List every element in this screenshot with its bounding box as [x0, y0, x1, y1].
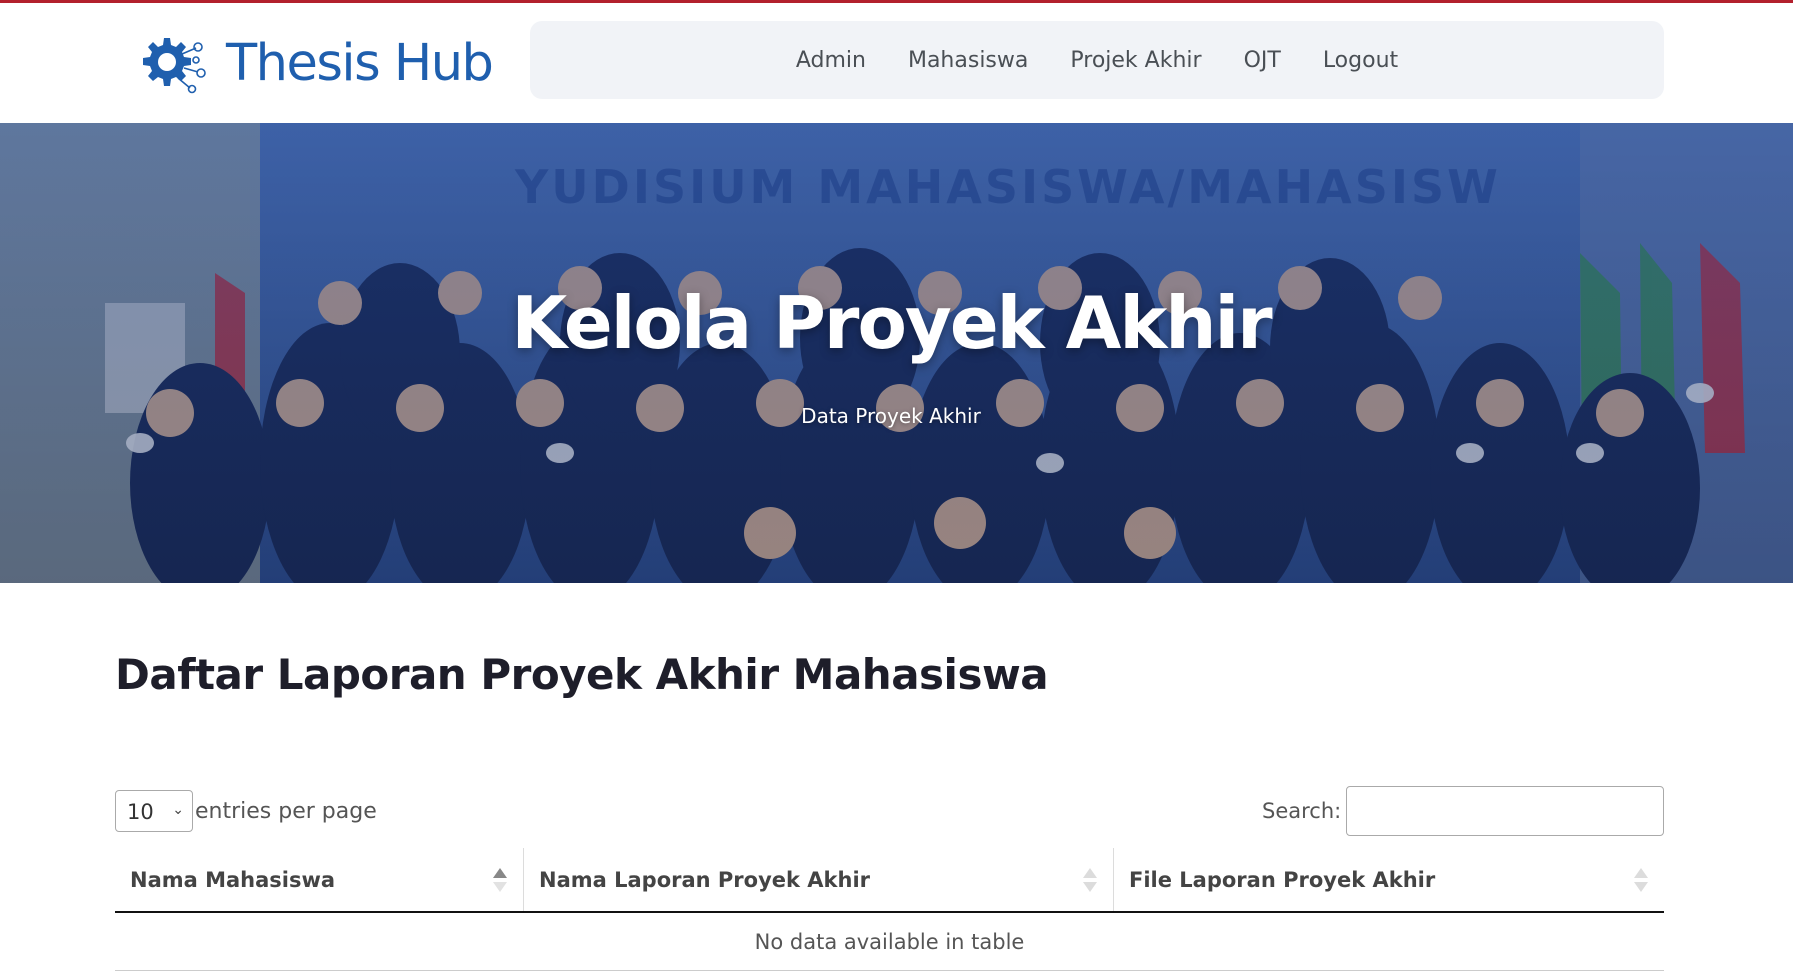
search-input[interactable]	[1346, 786, 1665, 836]
column-header-label: Nama Laporan Proyek Akhir	[539, 867, 871, 892]
main-nav: Admin Mahasiswa Projek Akhir OJT Logout	[530, 21, 1664, 99]
hero-title: Kelola Proyek Akhir	[511, 281, 1272, 365]
table-body: No data available in table	[115, 913, 1664, 971]
table-header-row: Nama Mahasiswa Nama Laporan Proyek Akhir…	[115, 848, 1664, 913]
hero-subtitle: Data Proyek Akhir	[801, 404, 981, 428]
brand[interactable]: Thesis Hub	[134, 25, 494, 101]
table-search: Search:	[1262, 786, 1665, 836]
hero-banner: YUDISIUM MAHASISWA/MAHASISW	[0, 123, 1793, 583]
column-header-label: Nama Mahasiswa	[130, 867, 336, 892]
entries-length-control: 10 ⌄ entries per page	[115, 790, 377, 832]
column-header-nama-laporan[interactable]: Nama Laporan Proyek Akhir	[524, 848, 1114, 911]
gear-network-icon	[143, 38, 206, 94]
sort-icon	[1083, 868, 1097, 892]
entries-per-page-label: entries per page	[195, 798, 377, 824]
chevron-down-icon: ⌄	[172, 802, 184, 818]
project-report-table: Nama Mahasiswa Nama Laporan Proyek Akhir…	[115, 848, 1664, 971]
nav-item-ojt[interactable]: OJT	[1244, 48, 1281, 73]
table-empty-message: No data available in table	[115, 913, 1664, 971]
column-header-file-laporan[interactable]: File Laporan Proyek Akhir	[1114, 848, 1664, 911]
entries-per-page-select[interactable]: 10 ⌄	[115, 790, 193, 832]
column-header-label: File Laporan Proyek Akhir	[1129, 867, 1436, 892]
nav-item-mahasiswa[interactable]: Mahasiswa	[908, 48, 1028, 73]
nav-item-admin[interactable]: Admin	[796, 48, 866, 73]
sort-ascending-icon	[493, 868, 507, 892]
sort-icon	[1634, 868, 1648, 892]
nav-item-projek-akhir[interactable]: Projek Akhir	[1070, 48, 1201, 73]
brand-name: Thesis Hub	[226, 33, 494, 93]
column-header-nama-mahasiswa[interactable]: Nama Mahasiswa	[115, 848, 524, 911]
entries-per-page-value: 10	[127, 800, 154, 824]
search-label: Search:	[1262, 799, 1342, 823]
page-title: Daftar Laporan Proyek Akhir Mahasiswa	[115, 650, 1049, 699]
site-header: Thesis Hub Admin Mahasiswa Projek Akhir …	[0, 3, 1793, 123]
nav-item-logout[interactable]: Logout	[1323, 48, 1398, 73]
